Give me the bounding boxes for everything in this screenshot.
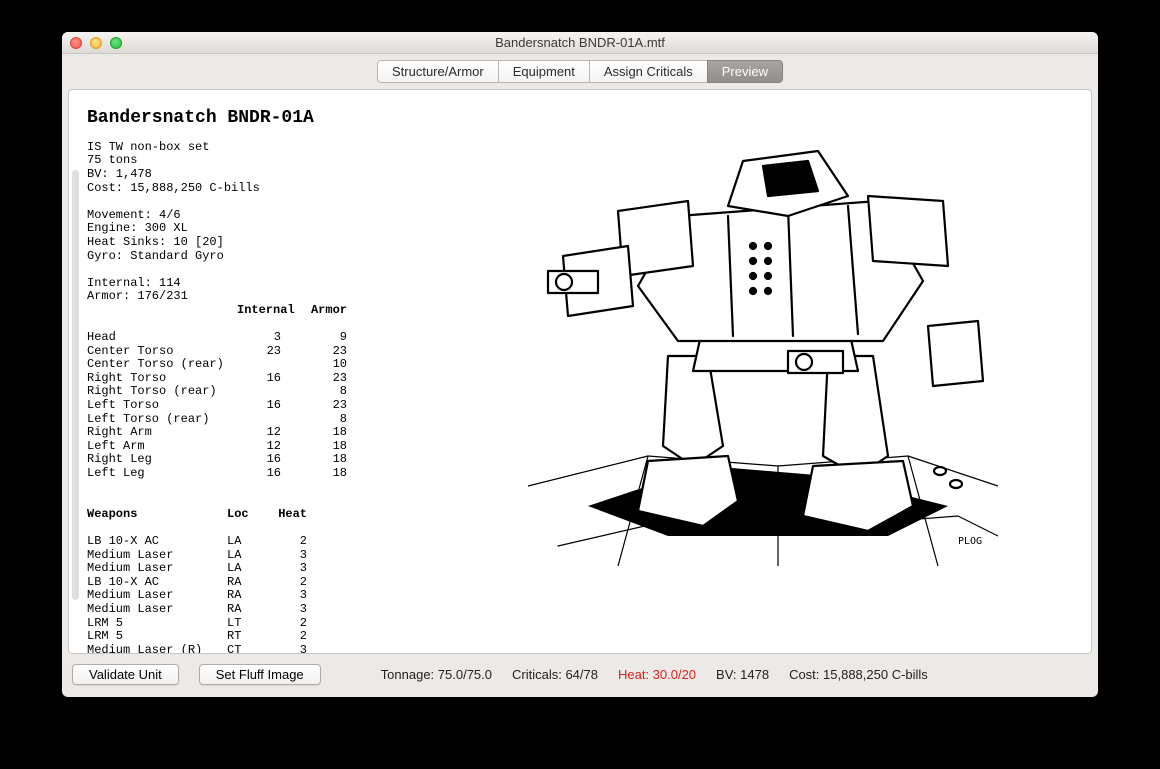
meta-line: IS TW non-box set (87, 140, 209, 154)
close-icon[interactable] (70, 37, 82, 49)
weapons-header: WeaponsLocHeat (87, 508, 447, 522)
meta-line: 75 tons (87, 153, 137, 167)
meta-line: Gyro: Standard Gyro (87, 249, 224, 263)
table-row: Right Torso1623 (87, 372, 447, 386)
table-row: Right Arm1218 (87, 426, 447, 440)
table-row: Right Torso (rear)8 (87, 385, 447, 399)
table-row: Left Arm1218 (87, 440, 447, 454)
meta-line: BV: 1,478 (87, 167, 152, 181)
status-tonnage: Tonnage: 75.0/75.0 (381, 667, 492, 682)
fluff-image: PLOG (447, 98, 1079, 645)
meta-line: Cost: 15,888,250 C-bills (87, 181, 260, 195)
tab-bar: Structure/Armor Equipment Assign Critica… (62, 54, 1098, 83)
table-row: Medium LaserRA3 (87, 603, 447, 617)
status-cost: Cost: 15,888,250 C-bills (789, 667, 928, 682)
meta-line: Internal: 114 (87, 276, 181, 290)
status-criticals: Criticals: 64/78 (512, 667, 598, 682)
table-row: Medium LaserRA3 (87, 589, 447, 603)
tab-preview[interactable]: Preview (707, 60, 783, 83)
tab-equipment[interactable]: Equipment (498, 60, 589, 83)
tab-structure-armor[interactable]: Structure/Armor (377, 60, 498, 83)
status-bv: BV: 1478 (716, 667, 769, 682)
table-row: Center Torso (rear)10 (87, 358, 447, 372)
table-row: LB 10-X ACLA2 (87, 535, 447, 549)
svg-text:PLOG: PLOG (958, 536, 982, 547)
unit-name: Bandersnatch BNDR-01A (87, 112, 447, 126)
preview-text: Bandersnatch BNDR-01A IS TW non-box set … (87, 98, 447, 645)
table-row: Right Leg1618 (87, 453, 447, 467)
tab-assign-criticals[interactable]: Assign Criticals (589, 60, 707, 83)
table-row: Center Torso2323 (87, 345, 447, 359)
meta-line: Heat Sinks: 10 [20] (87, 235, 224, 249)
window-controls (70, 37, 122, 49)
meta-line: Engine: 300 XL (87, 221, 188, 235)
meta-line: Armor: 176/231 (87, 289, 188, 303)
table-row: Medium LaserLA3 (87, 549, 447, 563)
mech-illustration-icon: PLOG (528, 106, 998, 566)
validate-unit-button[interactable]: Validate Unit (72, 664, 179, 685)
table-row: Medium Laser (R)CT3 (87, 644, 447, 654)
table-row: LB 10-X ACRA2 (87, 576, 447, 590)
table-row: Medium LaserLA3 (87, 562, 447, 576)
table-row: LRM 5LT2 (87, 617, 447, 631)
table-row: Head39 (87, 331, 447, 345)
meta-line: Movement: 4/6 (87, 208, 181, 222)
table-row: LRM 5RT2 (87, 630, 447, 644)
armor-header: InternalArmor (87, 304, 447, 318)
preview-panel: Bandersnatch BNDR-01A IS TW non-box set … (68, 89, 1092, 654)
status-heat: Heat: 30.0/20 (618, 667, 696, 682)
titlebar[interactable]: Bandersnatch BNDR-01A.mtf (62, 32, 1098, 54)
table-row: Left Torso1623 (87, 399, 447, 413)
app-window: Bandersnatch BNDR-01A.mtf Structure/Armo… (62, 32, 1098, 697)
window-title: Bandersnatch BNDR-01A.mtf (62, 35, 1098, 50)
scrollbar[interactable] (72, 170, 79, 600)
table-row: Left Leg1618 (87, 467, 447, 481)
table-row: Left Torso (rear)8 (87, 413, 447, 427)
footer-bar: Validate Unit Set Fluff Image Tonnage: 7… (62, 654, 1098, 697)
zoom-icon[interactable] (110, 37, 122, 49)
minimize-icon[interactable] (90, 37, 102, 49)
set-fluff-image-button[interactable]: Set Fluff Image (199, 664, 321, 685)
